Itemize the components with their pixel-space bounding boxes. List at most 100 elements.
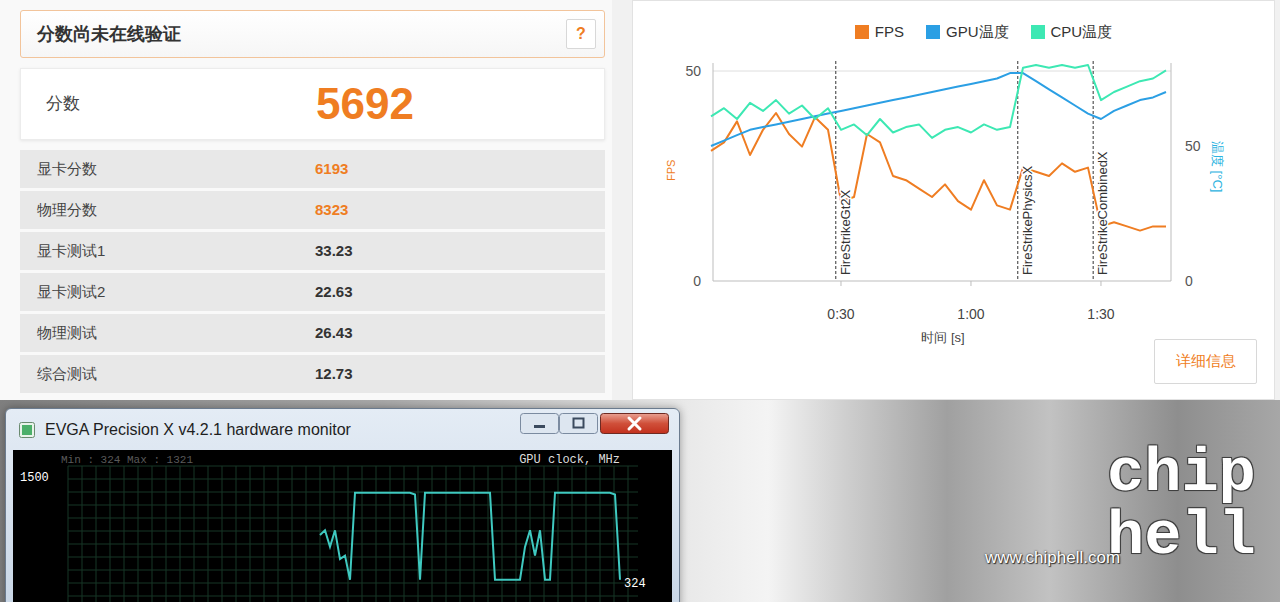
grid-line bbox=[138, 466, 139, 602]
detail-label: 显卡测试1 bbox=[20, 240, 315, 263]
legend-swatch bbox=[855, 25, 869, 39]
grid-line bbox=[278, 466, 279, 602]
watermark-url: www.chiphell.com bbox=[985, 545, 1120, 571]
fps-axis-title: FPS bbox=[665, 160, 677, 181]
grid-line bbox=[614, 466, 615, 602]
phase-label: FireStrikePhysicsX bbox=[1020, 166, 1035, 275]
grid-line bbox=[390, 466, 391, 602]
clock-line bbox=[320, 493, 620, 580]
series-line bbox=[711, 65, 1166, 138]
grid-line bbox=[166, 466, 167, 602]
time-tick: 1:30 bbox=[1087, 306, 1114, 322]
phase-label: FireStrikeGt2X bbox=[838, 189, 853, 275]
time-tick-mark bbox=[970, 281, 971, 286]
grid-line bbox=[306, 466, 307, 602]
gpu-clock-graph: Min : 324 Max : 1321GPU clock, MHz150032… bbox=[13, 450, 672, 602]
time-tick-mark bbox=[1100, 281, 1101, 286]
axis-max-label: 1500 bbox=[20, 471, 49, 485]
grid-line bbox=[124, 466, 125, 602]
chart-panel: FPS GPU温度 CPU温度 50 0 50 0 FPS 温度 [°C] 0:30 1:00 1:… bbox=[632, 0, 1275, 400]
monitor-window[interactable]: EVGA Precision X v4.2.1 hardware monitor bbox=[5, 408, 680, 602]
details-button[interactable]: 详细信息 bbox=[1154, 339, 1257, 384]
legend-swatch bbox=[1031, 25, 1045, 39]
time-tick-mark bbox=[840, 281, 841, 286]
monitor-graph-area: Min : 324 Max : 1321GPU clock, MHz150032… bbox=[13, 450, 672, 602]
detail-list: 显卡分数6193物理分数8323显卡测试133.23显卡测试222.63物理测试… bbox=[20, 150, 605, 393]
series-line bbox=[711, 73, 1166, 146]
detail-row: 物理测试26.43 bbox=[20, 314, 605, 352]
validation-banner: 分数尚未在线验证 ? bbox=[20, 10, 605, 58]
fps-tick: 50 bbox=[685, 63, 701, 79]
performance-chart: 50 0 50 0 FPS 温度 [°C] 0:30 1:00 1:30 时间 [s] FireSt… bbox=[641, 53, 1241, 353]
grid-line bbox=[348, 466, 349, 602]
detail-label: 显卡测试2 bbox=[20, 281, 315, 304]
detail-row: 显卡测试133.23 bbox=[20, 232, 605, 270]
grid-line bbox=[68, 466, 69, 602]
detail-row: 显卡测试222.63 bbox=[20, 273, 605, 311]
x-axis bbox=[713, 281, 1171, 282]
time-axis-title: 时间 [s] bbox=[921, 330, 964, 345]
score-value: 5692 bbox=[316, 80, 414, 128]
phase-divider bbox=[1093, 61, 1094, 281]
fps-tick: 0 bbox=[693, 273, 701, 289]
detail-value: 8323 bbox=[315, 199, 348, 222]
temp-tick: 50 bbox=[1185, 138, 1201, 154]
detail-value: 33.23 bbox=[315, 240, 353, 263]
grid-line bbox=[68, 479, 638, 480]
temp-axis-title: 温度 [°C] bbox=[1210, 141, 1225, 192]
screen: 分数尚未在线验证 ? 分数 5692 显卡分数6193物理分数8323显卡测试1… bbox=[0, 0, 1280, 602]
score-label: 分数 bbox=[21, 91, 316, 117]
grid-line bbox=[362, 466, 363, 602]
detail-value: 12.73 bbox=[315, 363, 353, 386]
grid-line bbox=[110, 466, 111, 602]
help-button[interactable]: ? bbox=[566, 19, 596, 49]
grid-line bbox=[208, 466, 209, 602]
time-tick: 0:30 bbox=[827, 306, 854, 322]
detail-row: 显卡分数6193 bbox=[20, 150, 605, 188]
minimize-icon[interactable] bbox=[520, 413, 559, 434]
window-title: EVGA Precision X v4.2.1 hardware monitor bbox=[45, 418, 351, 442]
grid-line bbox=[558, 466, 559, 602]
grid-line bbox=[250, 466, 251, 602]
grid-line bbox=[474, 466, 475, 602]
detail-row: 综合测试12.73 bbox=[20, 355, 605, 393]
temp-axis bbox=[1171, 63, 1172, 281]
temp-tick: 0 bbox=[1185, 273, 1193, 289]
desktop-wallpaper: EVGA Precision X v4.2.1 hardware monitor bbox=[0, 400, 1280, 602]
legend-label: CPU温度 bbox=[1051, 21, 1113, 44]
window-titlebar[interactable]: EVGA Precision X v4.2.1 hardware monitor bbox=[6, 409, 679, 450]
window-controls bbox=[520, 413, 669, 434]
grid-line bbox=[460, 466, 461, 602]
score-panel: 分数尚未在线验证 ? 分数 5692 显卡分数6193物理分数8323显卡测试1… bbox=[0, 0, 612, 400]
grid-line bbox=[544, 466, 545, 602]
grid-line bbox=[68, 596, 638, 597]
legend-label: GPU温度 bbox=[946, 21, 1009, 44]
time-tick: 1:00 bbox=[957, 306, 984, 322]
grid-line bbox=[68, 557, 638, 558]
grid-line bbox=[488, 466, 489, 602]
grid-line bbox=[446, 466, 447, 602]
min-max-label: Min : 324 Max : 1321 bbox=[61, 454, 193, 466]
grid-line bbox=[82, 466, 83, 602]
grid-line bbox=[222, 466, 223, 602]
close-icon[interactable] bbox=[600, 413, 669, 434]
detail-value: 22.63 bbox=[315, 281, 353, 304]
grid-line bbox=[432, 466, 433, 602]
grid-line bbox=[194, 466, 195, 602]
detail-label: 显卡分数 bbox=[20, 158, 315, 181]
maximize-icon[interactable] bbox=[559, 413, 598, 434]
watermark-logo: chiphell bbox=[1107, 442, 1262, 568]
grid-line bbox=[152, 466, 153, 602]
grid-line bbox=[68, 492, 638, 493]
legend-label: FPS bbox=[875, 21, 904, 44]
legend-item: GPU温度 bbox=[926, 21, 1009, 44]
grid-line bbox=[264, 466, 265, 602]
graph-title: GPU clock, MHz bbox=[519, 453, 620, 467]
grid-line bbox=[586, 466, 587, 602]
score-box: 分数 5692 bbox=[20, 68, 605, 140]
legend-swatch bbox=[926, 25, 940, 39]
legend-item: FPS bbox=[855, 21, 904, 44]
grid-line bbox=[68, 505, 638, 506]
grid-line bbox=[236, 466, 237, 602]
validation-message: 分数尚未在线验证 bbox=[37, 21, 181, 48]
